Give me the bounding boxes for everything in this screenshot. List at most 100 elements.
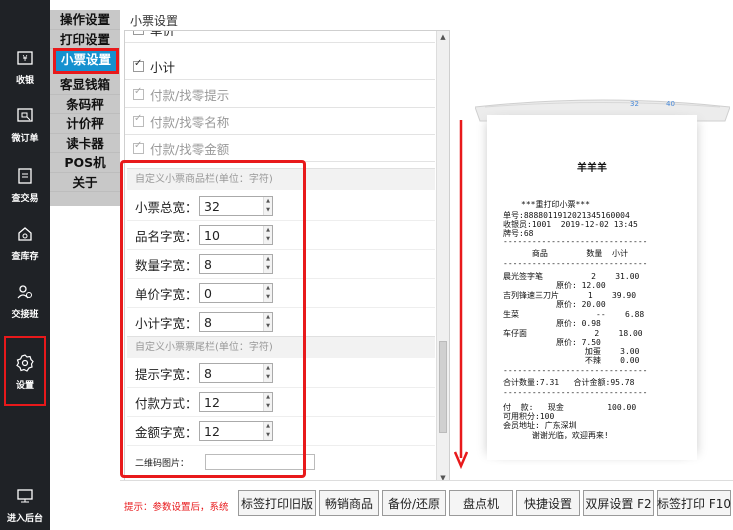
stepper-buttons[interactable]: ▲ ▼ — [263, 364, 272, 382]
stepper-down-icon[interactable]: ▼ — [264, 402, 272, 411]
tab-operation-settings[interactable]: 操作设置 — [50, 10, 120, 30]
scrollbar-thumb[interactable] — [439, 341, 447, 433]
quick-settings-button[interactable]: 快捷设置 — [516, 490, 580, 516]
stepper-up-icon[interactable]: ▲ — [264, 226, 272, 235]
checkbox-label: 小计 — [150, 60, 176, 75]
stepper-buttons[interactable]: ▲ ▼ — [263, 313, 272, 331]
red-arrow-down-icon — [454, 120, 468, 470]
tab-receipt-settings[interactable]: 小票设置 — [53, 48, 119, 74]
stepper-buttons[interactable]: ▲ ▼ — [263, 422, 272, 440]
bestsellers-button[interactable]: 畅销商品 — [319, 490, 379, 516]
field-label: 付款方式： — [135, 395, 198, 411]
scroll-up-icon[interactable]: ▲ — [437, 31, 449, 43]
tab-customer-display-cashbox[interactable]: 客显钱箱 — [50, 75, 120, 95]
stepper-down-icon[interactable]: ▼ — [264, 322, 272, 331]
stepper-buttons[interactable]: ▲ ▼ — [263, 393, 272, 411]
receipt-line: ------------------------------ — [503, 388, 648, 397]
stepper-down-icon[interactable]: ▼ — [264, 373, 272, 382]
tab-print-settings[interactable]: 打印设置 — [50, 29, 120, 49]
checkbox[interactable] — [133, 58, 144, 72]
backup-restore-button[interactable]: 备份/还原 — [382, 490, 446, 516]
checkbox[interactable] — [133, 113, 144, 127]
stepper-down-icon[interactable]: ▼ — [264, 235, 272, 244]
settings-content: 小票设置 单价 小计 付款/找零提示 付款/找零名称 付款/找零金额 — [120, 10, 733, 485]
label-print-button[interactable]: 标签打印 F10 — [657, 490, 731, 516]
stepper-down-icon[interactable]: ▼ — [264, 264, 272, 273]
sidebar-item-label: 微订单 — [11, 133, 39, 144]
stepper-up-icon[interactable]: ▲ — [264, 313, 272, 322]
settings-category-list: 操作设置 打印设置 小票设置 客显钱箱 条码秤 计价秤 读卡器 POS机 关于 — [50, 10, 120, 206]
field-label: 数量字宽： — [135, 257, 198, 273]
ruler-mark-32: 32 — [630, 100, 639, 108]
hint-text: 提示：参数设置后，系统 — [124, 502, 229, 513]
stepper-value: 0 — [204, 285, 212, 301]
dual-screen-settings-button[interactable]: 双屏设置 F2 — [583, 490, 654, 516]
field-label: 小票总宽： — [135, 199, 198, 215]
checkbox[interactable] — [133, 140, 144, 154]
bottom-toolbar: 提示：参数设置后，系统 标签打印旧版 畅销商品 备份/还原 盘点机 快捷设置 双… — [120, 480, 733, 530]
stepper-up-icon[interactable]: ▲ — [264, 364, 272, 373]
tab-pricing-scale[interactable]: 计价秤 — [50, 114, 120, 134]
field-label: 金额字宽： — [135, 424, 198, 440]
stepper-up-icon[interactable]: ▲ — [264, 284, 272, 293]
checkbox-label: 付款/找零金额 — [150, 142, 230, 157]
number-stepper[interactable]: 12 ▲ ▼ — [199, 421, 273, 441]
panel-scrollbar[interactable]: ▲ ▼ — [436, 31, 449, 484]
checkbox-row-unit-price[interactable]: 单价 — [125, 31, 435, 43]
checkbox[interactable] — [133, 31, 144, 35]
checkbox-row-payment-amount[interactable]: 付款/找零金额 — [125, 136, 435, 162]
stepper-down-icon[interactable]: ▼ — [264, 293, 272, 302]
stepper-value: 8 — [204, 314, 212, 330]
tab-about[interactable]: 关于 — [50, 172, 120, 192]
receipt-line: ------------------------------ — [503, 237, 648, 246]
checkbox-row-payment-hint[interactable]: 付款/找零提示 — [125, 82, 435, 108]
micro-order-icon — [14, 105, 36, 127]
field-amount-width: 金额字宽： 12 ▲ ▼ — [127, 417, 435, 446]
sidebar-item-backend[interactable]: 进入后台 — [0, 476, 50, 530]
tab-barcode-scale[interactable]: 条码秤 — [50, 94, 120, 114]
number-stepper[interactable]: 8 ▲ ▼ — [199, 312, 273, 332]
stepper-up-icon[interactable]: ▲ — [264, 197, 272, 206]
qr-image-input[interactable] — [205, 454, 315, 470]
tab-card-reader[interactable]: 读卡器 — [50, 133, 120, 153]
sidebar-item-transactions[interactable]: 查交易 — [0, 156, 50, 212]
gear-icon — [14, 352, 36, 374]
stepper-down-icon[interactable]: ▼ — [264, 431, 272, 440]
stepper-buttons[interactable]: ▲ ▼ — [263, 284, 272, 302]
number-stepper[interactable]: 0 ▲ ▼ — [199, 283, 273, 303]
tab-pos-machine[interactable]: POS机 — [50, 153, 120, 173]
number-stepper[interactable]: 8 ▲ ▼ — [199, 254, 273, 274]
receipt-settings-panel: 单价 小计 付款/找零提示 付款/找零名称 付款/找零金额 自定义小票商品栏(单… — [124, 30, 450, 485]
sidebar-item-label: 查库存 — [11, 251, 39, 262]
number-stepper[interactable]: 12 ▲ ▼ — [199, 392, 273, 412]
stepper-down-icon[interactable]: ▼ — [264, 206, 272, 215]
sidebar-item-settings[interactable]: 设置 — [4, 336, 46, 406]
sidebar-item-inventory[interactable]: 查库存 — [0, 214, 50, 270]
stepper-up-icon[interactable]: ▲ — [264, 255, 272, 264]
monitor-icon — [14, 485, 36, 507]
field-label: 提示字宽： — [135, 366, 198, 382]
checkbox-row-subtotal[interactable]: 小计 — [125, 54, 435, 80]
stepper-buttons[interactable]: ▲ ▼ — [263, 197, 272, 215]
stepper-up-icon[interactable]: ▲ — [264, 422, 272, 431]
sidebar-item-label: 进入后台 — [6, 513, 43, 524]
receipt-preview: 羊羊羊 ***重打印小票*** 单号:888801191202134516000… — [487, 115, 697, 460]
stocktake-button[interactable]: 盘点机 — [449, 490, 513, 516]
receipt-line: 商品 数量 小计 — [503, 249, 629, 258]
receipt-line: ***重打印小票*** — [521, 200, 590, 209]
stepper-up-icon[interactable]: ▲ — [264, 393, 272, 402]
sidebar-item-micro-order[interactable]: 微订单 — [0, 96, 50, 152]
stepper-buttons[interactable]: ▲ ▼ — [263, 226, 272, 244]
checkbox[interactable] — [133, 86, 144, 100]
sidebar-item-cashier[interactable]: ¥ 收银 — [0, 38, 50, 94]
sidebar-item-shift[interactable]: 交接班 — [0, 272, 50, 328]
stepper-value: 8 — [204, 365, 212, 381]
number-stepper[interactable]: 32 ▲ ▼ — [199, 196, 273, 216]
label-print-legacy-button[interactable]: 标签打印旧版 — [238, 490, 316, 516]
stepper-buttons[interactable]: ▲ ▼ — [263, 255, 272, 273]
field-label: 二维码图片： — [135, 458, 190, 469]
number-stepper[interactable]: 8 ▲ ▼ — [199, 363, 273, 383]
checkbox-row-payment-name[interactable]: 付款/找零名称 — [125, 109, 435, 135]
field-qr-image: 二维码图片： — [127, 449, 435, 475]
number-stepper[interactable]: 10 ▲ ▼ — [199, 225, 273, 245]
